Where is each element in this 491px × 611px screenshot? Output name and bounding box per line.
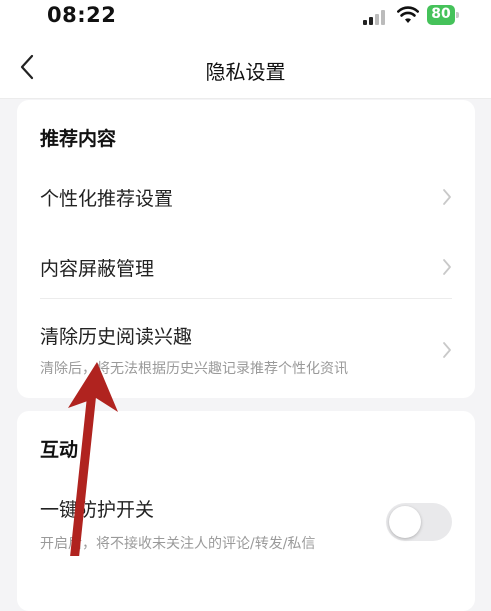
recommended-content-card: 推荐内容 个性化推荐设置 内容屏蔽管理 清除历史阅读兴趣 清除后，将无法根据历史… xyxy=(17,100,475,398)
row-label: 内容屏蔽管理 xyxy=(40,258,155,280)
battery-level: 80 xyxy=(431,6,451,22)
row-description: 清除后，将无法根据历史兴趣记录推荐个性化资讯 xyxy=(40,361,348,377)
content-block-management-row[interactable]: 内容屏蔽管理 xyxy=(17,232,475,298)
section-title-interaction: 互动 xyxy=(40,439,79,461)
page-title: 隐私设置 xyxy=(205,60,286,84)
one-click-protection-row: 一键防护开关 开启后，将不接收未关注人的评论/转发/私信 xyxy=(17,481,475,561)
status-bar: 08:22 80 xyxy=(0,0,491,36)
chevron-right-icon xyxy=(443,189,451,205)
status-time: 08:22 xyxy=(47,3,117,27)
wifi-icon xyxy=(397,6,419,23)
personalized-recommendation-row[interactable]: 个性化推荐设置 xyxy=(17,164,475,230)
battery-icon: 80 xyxy=(427,5,461,25)
cellular-signal-icon xyxy=(363,10,387,25)
row-label: 一键防护开关 xyxy=(40,499,155,521)
row-label: 个性化推荐设置 xyxy=(40,188,174,210)
row-label: 清除历史阅读兴趣 xyxy=(40,326,193,348)
divider xyxy=(40,298,452,299)
chevron-right-icon xyxy=(443,259,451,275)
toggle-knob xyxy=(389,506,421,538)
nav-bar: 隐私设置 xyxy=(0,36,491,99)
one-click-protection-toggle[interactable] xyxy=(386,503,452,541)
interaction-card: 互动 一键防护开关 开启后，将不接收未关注人的评论/转发/私信 xyxy=(17,411,475,611)
chevron-right-icon xyxy=(443,342,451,358)
clear-reading-interest-row[interactable]: 清除历史阅读兴趣 清除后，将无法根据历史兴趣记录推荐个性化资讯 xyxy=(17,300,475,392)
section-title-recommended: 推荐内容 xyxy=(40,128,117,150)
row-description: 开启后，将不接收未关注人的评论/转发/私信 xyxy=(40,536,316,552)
